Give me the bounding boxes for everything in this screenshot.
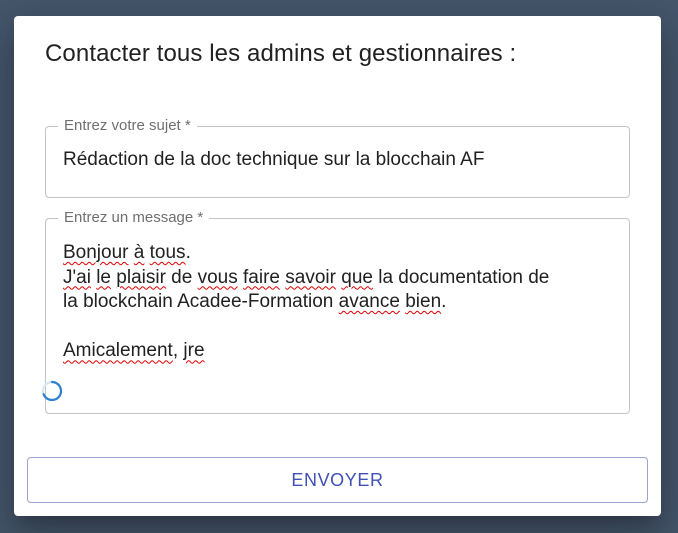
message-label: Entrez un message * [58,209,210,227]
message-word: avance [338,291,400,313]
message-word: tous [149,242,186,263]
dialog-title: Contacter tous les admins et gestionnair… [45,40,517,67]
subject-field[interactable]: Entrez votre sujet * Rédaction de la doc… [45,117,630,198]
message-line: J'ai le plaisir de vous faire savoir que… [63,266,550,288]
send-button[interactable]: ENVOYER [27,457,648,503]
message-textarea[interactable]: Bonjour à tous. J'ai le plaisir de vous … [63,241,615,364]
message-word: bien [405,291,442,313]
message-word: vous [197,266,238,288]
contact-dialog: Contacter tous les admins et gestionnair… [14,16,661,516]
message-field[interactable]: Entrez un message * Bonjour à tous. J'ai… [41,209,630,414]
message-line: Amicalement, jre [63,340,205,362]
message-line: Bonjour à tous. [63,242,191,263]
message-word: Amicalement [63,340,173,362]
message-line [63,315,615,340]
message-word: J'ai [63,266,91,288]
message-word: savoir [285,266,336,288]
message-line: la blockchain Acadee-Formation avance bi… [63,291,447,313]
message-word: que [341,266,373,288]
message-word: Bonjour [63,242,129,263]
loading-spinner-icon [41,380,63,402]
subject-label: Entrez votre sujet * [58,117,197,135]
message-word: le [96,266,111,288]
message-word: plaisir [116,266,166,288]
subject-input[interactable]: Rédaction de la doc technique sur la blo… [63,149,484,171]
message-word: jre [183,340,205,362]
message-word: à [133,242,145,263]
message-word: faire [243,266,280,288]
